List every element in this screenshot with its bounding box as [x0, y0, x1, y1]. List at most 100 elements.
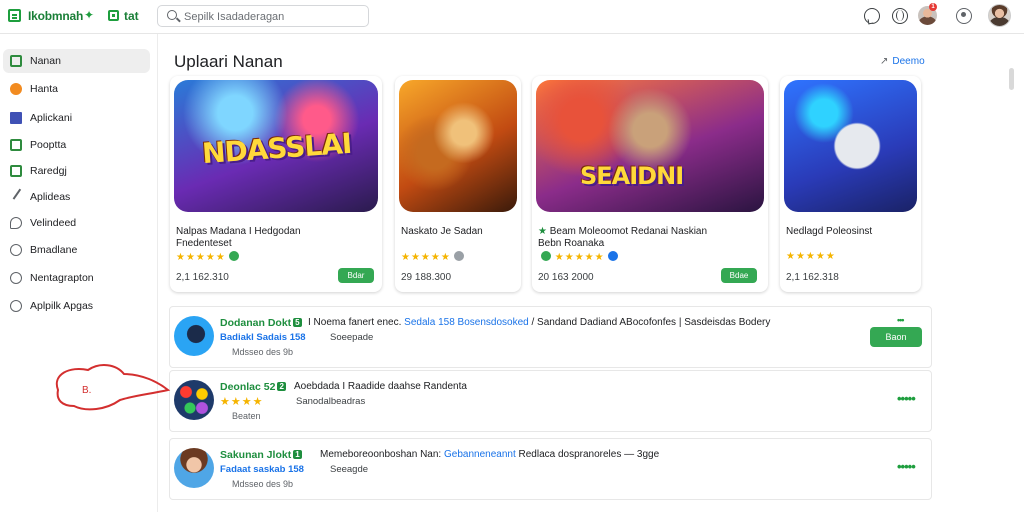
search-box[interactable]: [157, 5, 369, 27]
app-artwork: [784, 80, 917, 212]
see-more-label: Deemo: [892, 56, 925, 67]
brand-name[interactable]: Ikobmnah: [28, 9, 83, 23]
sidebar-item-label: Velindeed: [30, 217, 77, 229]
sidebar-item-label: Aplideas: [30, 191, 71, 203]
verified-icon: [453, 251, 464, 261]
sidebar-item-label: Pooptta: [30, 139, 67, 151]
sidebar-item-label: Nanan: [30, 55, 61, 67]
row-meta: Soeepade: [330, 332, 374, 343]
movie-icon: [10, 139, 22, 151]
more-dots-icon[interactable]: •••••: [897, 459, 916, 474]
notification-badge: 1: [929, 3, 937, 11]
install-button[interactable]: Baon: [870, 327, 922, 347]
section-title: Uplaari Nanan: [174, 52, 283, 71]
row-title: Deonlac 52 2: [220, 381, 286, 393]
rating-stars: ★★★★★: [786, 251, 836, 262]
info-icon: [10, 300, 22, 312]
app-artwork: NDASSLAI: [174, 80, 378, 212]
more-dots-icon[interactable]: •••••: [897, 391, 916, 406]
row-title: Sakunan Jlokt 1: [220, 449, 302, 461]
store-logo-icon[interactable]: [8, 9, 21, 22]
app-card[interactable]: Nedlagd Poleosinst ★★★★★ 2,1 162.318: [780, 76, 921, 292]
sidebar-item-games[interactable]: Hanta: [3, 77, 150, 101]
star-icon: ★: [538, 226, 547, 237]
row-meta: Sanodalbeadras: [296, 396, 366, 407]
row-description: I Noema fanert enec. Sedala 158 Bosensdo…: [308, 317, 771, 328]
annotation-callout: B.: [55, 364, 171, 411]
see-more-link[interactable]: ↗ Deemo: [880, 56, 925, 67]
account-icon[interactable]: [956, 8, 972, 24]
help-icon[interactable]: [864, 8, 880, 24]
row-title: Dodanan Dokt 5: [220, 317, 302, 329]
app-card[interactable]: NDASSLAI Nalpas Madana I Hedgodan Fneden…: [170, 76, 382, 292]
app-artwork: SEAIDNI: [536, 80, 764, 212]
profile-avatar[interactable]: [988, 4, 1011, 27]
more-dots-icon[interactable]: •••: [897, 315, 905, 325]
arrow-icon: ↗: [880, 56, 889, 67]
app-title: Nedlagd Poleosinst: [786, 226, 873, 237]
list-item[interactable]: Sakunan Jlokt 1 Memeboreoonboshan Nan: Ge…: [169, 438, 932, 500]
artwork-logo-text: NDASSLAI: [201, 126, 353, 171]
sidebar-item-home[interactable]: Nanan: [3, 49, 150, 73]
sidebar-item-label: Aplpilk Apgas: [30, 300, 94, 312]
install-button[interactable]: Bdae: [721, 268, 757, 283]
artwork-logo-text: SEAIDNI: [580, 162, 684, 190]
download-count: 2,1 162.318: [786, 272, 839, 283]
sidebar-item-label: Nentagrapton: [30, 272, 94, 284]
app-icon: [174, 316, 214, 356]
row-info: Mdsseo des 9b: [232, 347, 294, 357]
globe-icon[interactable]: [892, 8, 908, 24]
app-icon: [174, 380, 214, 420]
sidebar-item-label: Hanta: [30, 83, 59, 95]
app-icon: [174, 448, 214, 488]
list-item[interactable]: Dodanan Dokt 5 I Noema fanert enec. Sedal…: [169, 306, 932, 368]
home-icon: [10, 55, 22, 67]
sidebar-item-label: Raredgj: [30, 165, 67, 177]
sidebar-item-movies[interactable]: Pooptta: [3, 133, 150, 157]
row-subtitle: Badiakl Sadais 158: [220, 332, 306, 343]
pen-icon: [12, 188, 30, 206]
sidebar-item-help[interactable]: Aplpilk Apgas: [3, 294, 150, 318]
list-item[interactable]: Deonlac 52 2 Aoebdada I Raadide daahse Ra…: [169, 370, 932, 432]
sidebar: Nanan Hanta Aplickani Pooptta Raredgj Ap…: [0, 34, 158, 512]
search-input[interactable]: [184, 9, 364, 24]
row-info: Beaten: [232, 411, 261, 421]
rating-stars: ★★★★★: [401, 251, 464, 263]
annotation-label: B.: [82, 385, 91, 396]
book-icon: [10, 165, 22, 177]
tv-icon[interactable]: [108, 10, 119, 21]
download-count: 29 188.300: [401, 272, 452, 283]
app-developer: Bebn Roanaka: [538, 238, 605, 249]
app-title: Naskato Je Sadan: [401, 226, 483, 237]
search-icon: [167, 10, 177, 20]
rating-stars: ★★★★★: [176, 251, 239, 263]
tv-label[interactable]: tat: [124, 9, 139, 23]
app-developer: Fnedenteset: [176, 238, 232, 249]
app-card[interactable]: Naskato Je Sadan ★★★★★ 29 188.300: [395, 76, 521, 292]
app-title: ★ Beam Moleoomot Redanai Naskian: [538, 226, 708, 237]
clock-icon: [10, 244, 22, 256]
download-count: 2,1 162.310: [176, 272, 229, 283]
rating-stars: ★★★★★: [538, 251, 618, 263]
row-subtitle: Fadaat saskab 158: [220, 464, 304, 475]
top-bar: Ikobmnah ✦ tat 1: [0, 0, 1024, 34]
verified-icon: [541, 251, 551, 261]
app-artwork: [399, 80, 517, 212]
install-button[interactable]: Bdar: [338, 268, 374, 283]
sidebar-item-label: Bmadlane: [30, 244, 78, 256]
sidebar-item-kids[interactable]: Nentagrapton: [3, 266, 150, 290]
scrollbar[interactable]: [1009, 68, 1014, 90]
verified-icon: [228, 251, 239, 261]
smile-icon: [10, 272, 22, 284]
game-icon: [10, 83, 22, 95]
sidebar-item-ideas[interactable]: Aplideas: [3, 185, 150, 209]
sidebar-item-apps[interactable]: Aplickani: [3, 106, 150, 130]
download-count: 20 163 2000: [538, 272, 594, 283]
verified-icon: [607, 251, 618, 261]
row-meta: Seeagde: [330, 464, 369, 475]
sidebar-item-chat[interactable]: Velindeed: [3, 211, 150, 235]
sidebar-item-books[interactable]: Raredgj: [3, 159, 150, 183]
app-card[interactable]: SEAIDNI ★ Beam Moleoomot Redanai Naskian…: [532, 76, 768, 292]
brand-sparkle-icon: ✦: [84, 8, 95, 22]
sidebar-item-recent[interactable]: Bmadlane: [3, 238, 150, 262]
